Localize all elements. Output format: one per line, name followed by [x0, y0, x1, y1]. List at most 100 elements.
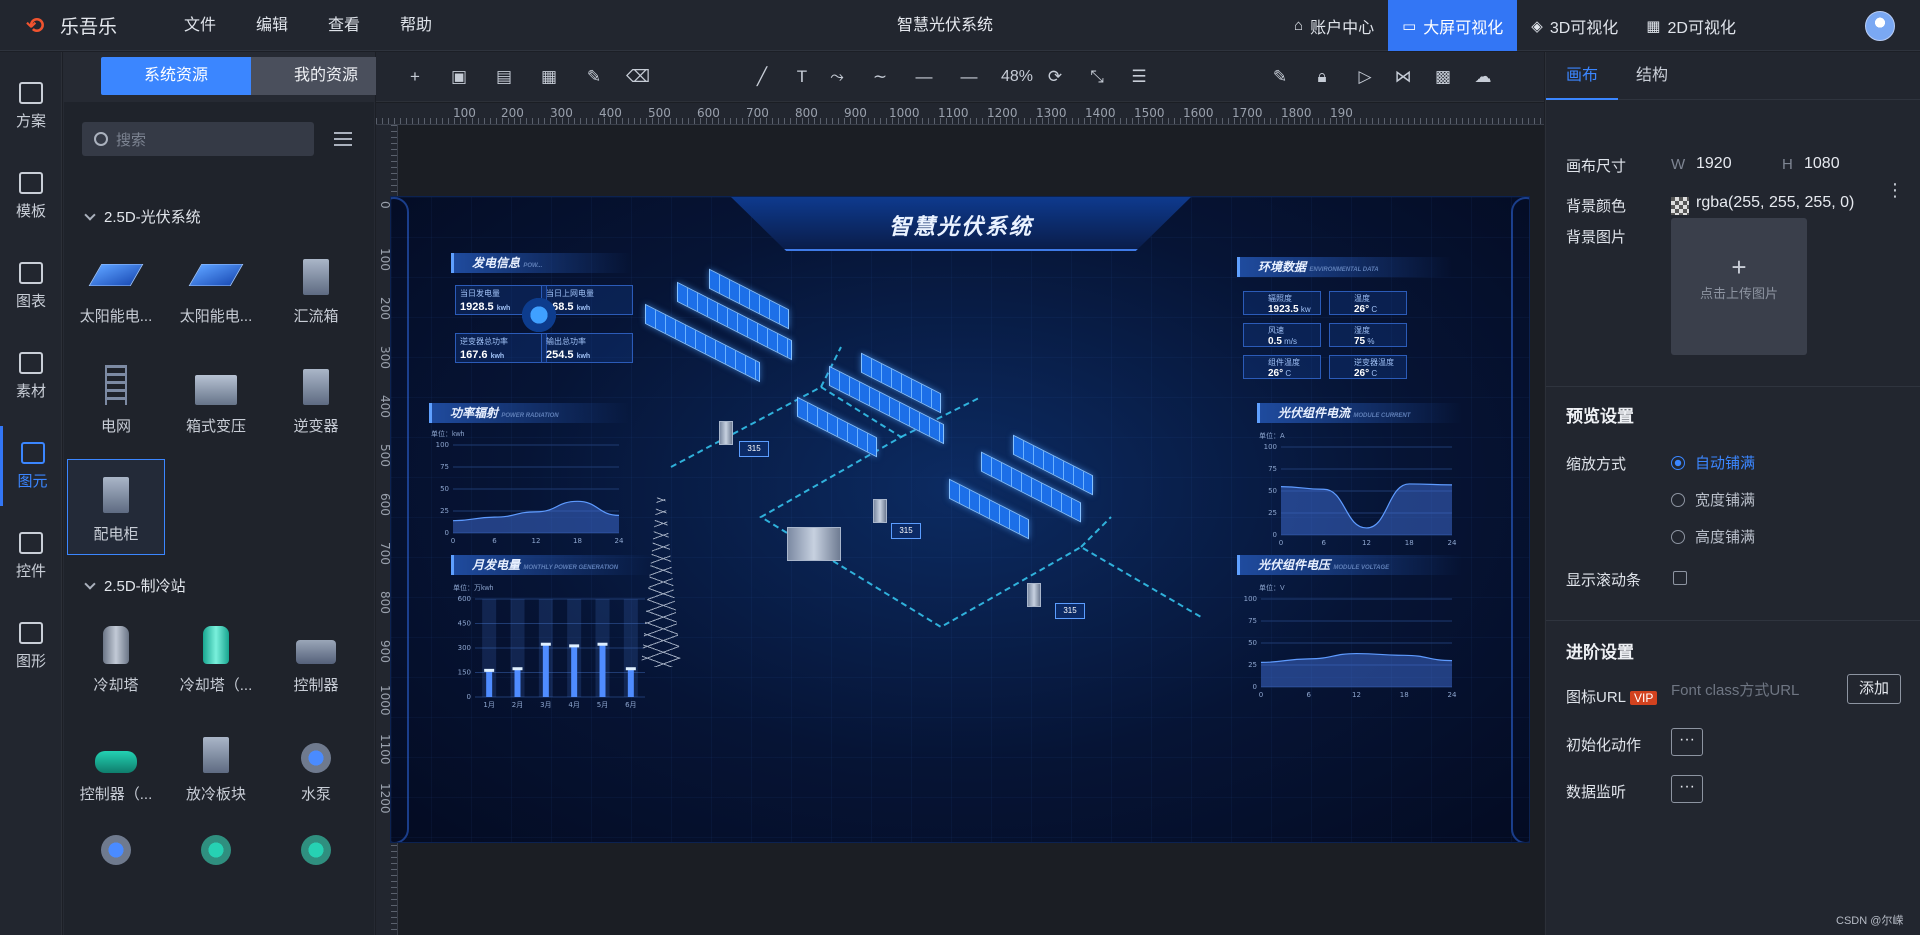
qrcode-icon[interactable]: ▩: [1432, 66, 1454, 88]
group-header-cooling[interactable]: 2.5D-制冷站: [84, 575, 186, 596]
transformer-device: [787, 527, 841, 561]
nav-3d[interactable]: ◈ 3D可视化: [1517, 0, 1632, 51]
save-icon[interactable]: ▣: [448, 66, 470, 88]
polyline-icon[interactable]: ⤳: [826, 66, 848, 88]
panel-module-voltage[interactable]: 光伏组件电压 MODULE VOLTAGE 单位：V 0 25 50 75 100 0 6 1…: [1237, 555, 1462, 706]
leftnav-template[interactable]: 模板: [0, 156, 62, 236]
panel-monthly-generation[interactable]: 月发电量 MONTHLY POWER GENERATION 单位：万kwh 0 1…: [451, 555, 651, 716]
data-monitor-label: 数据监听: [1566, 784, 1627, 801]
radio-auto-fill[interactable]: 自动铺满: [1671, 452, 1755, 473]
refresh-icon[interactable]: ⟳: [1044, 66, 1066, 88]
y-tick-label: 75: [1268, 465, 1277, 473]
y-tick-label: 0: [467, 693, 471, 701]
y-tick-label: 0: [445, 529, 449, 537]
menu-file[interactable]: 文件: [164, 0, 236, 51]
env-wind-speed: 风速 0.5 m/s: [1243, 323, 1321, 347]
panel-module-current[interactable]: 光伏组件电流 MODULE CURRENT 单位：A 0 25 50 75 100 0 6 1…: [1257, 403, 1462, 554]
share-icon[interactable]: ⋈: [1392, 66, 1414, 88]
color-swatch[interactable]: [1671, 197, 1689, 215]
edit-icon[interactable]: ✎: [1269, 66, 1291, 88]
scrollbar-label: 显示滚动条: [1566, 572, 1642, 589]
lock-icon[interactable]: 🔒︎: [1311, 66, 1333, 88]
play-icon[interactable]: ▷: [1354, 66, 1376, 88]
document-title[interactable]: 智慧光伏系统: [860, 0, 1030, 51]
curve-icon[interactable]: ∼: [869, 66, 891, 88]
tile-pump-1[interactable]: 水泵: [267, 718, 365, 814]
bg-color-value[interactable]: rgba(255, 255, 255, 0): [1696, 194, 1854, 212]
monitor-icon: [19, 81, 43, 104]
leftnav-chart[interactable]: 图表: [0, 246, 62, 326]
horizontal-ruler: 100 200 300 400 500 600 700 800 900 1000…: [376, 103, 1544, 125]
panel-power-radiation[interactable]: 功率辐射 POWER RADIATION 单位：kwh 0 25 50 75 100 0 6…: [429, 403, 629, 552]
menu-help[interactable]: 帮助: [380, 0, 452, 51]
dashboard-canvas[interactable]: 智慧光伏系统 发电信息 POW... 当日发电量 1928.5 kwh 当日上网电…: [390, 196, 1530, 843]
width-input[interactable]: 1920: [1696, 155, 1732, 173]
leftnav-scheme[interactable]: 方案: [0, 66, 62, 146]
tab-system-resources[interactable]: 系统资源: [101, 57, 251, 95]
nav-big-screen[interactable]: ▭ 大屏可视化: [1388, 0, 1518, 51]
tile-inverter[interactable]: 逆变器: [267, 350, 365, 446]
layout-icon[interactable]: ▦: [538, 66, 560, 88]
init-action-button[interactable]: ···: [1671, 728, 1703, 756]
format-brush-icon[interactable]: ✎: [583, 66, 605, 88]
tile-cooling-tower-1[interactable]: 冷却塔: [67, 609, 165, 705]
tile-combiner-box[interactable]: 汇流箱: [267, 240, 365, 336]
group-header-pv[interactable]: 2.5D-光伏系统: [84, 206, 201, 227]
x-tick-label: 6: [1322, 539, 1327, 547]
tile-pump-4[interactable]: [267, 827, 365, 885]
data-monitor-button[interactable]: ···: [1671, 775, 1703, 803]
list-view-icon[interactable]: [334, 132, 352, 146]
eraser-icon[interactable]: ⌫: [626, 66, 650, 88]
app-logo[interactable]: ⟲ 乐吾乐: [26, 12, 117, 39]
avatar[interactable]: [1865, 11, 1895, 41]
x-tick-label: 6: [1307, 691, 1312, 699]
line-start-icon[interactable]: —: [913, 66, 935, 88]
layers-icon[interactable]: ☰: [1128, 66, 1150, 88]
radio-width-fill[interactable]: 宽度铺满: [1671, 489, 1755, 510]
tile-distribution-cabinet[interactable]: 配电柜: [67, 459, 165, 555]
leftnav-material[interactable]: 素材: [0, 336, 62, 416]
tile-solar-panel-2[interactable]: 太阳能电...: [167, 240, 265, 336]
leftnav-widget[interactable]: 控件: [0, 516, 62, 596]
tile-cold-plate[interactable]: 放冷板块: [167, 718, 265, 814]
panel-generation-info[interactable]: 发电信息 POW...: [451, 253, 631, 273]
add-icon[interactable]: +: [404, 66, 426, 88]
line-icon[interactable]: ╱: [751, 66, 773, 88]
tile-power-grid[interactable]: 电网: [67, 350, 165, 446]
scrollbar-checkbox[interactable]: [1673, 571, 1687, 585]
upload-image-button[interactable]: + 点击上传图片: [1671, 218, 1807, 355]
line-end-icon[interactable]: —: [958, 66, 980, 88]
tile-controller-1[interactable]: 控制器: [267, 609, 365, 705]
more-options-icon[interactable]: ⋮: [1886, 180, 1904, 201]
add-button[interactable]: 添加: [1847, 674, 1901, 704]
tile-controller-2[interactable]: 控制器（...: [67, 718, 165, 814]
menu-view[interactable]: 查看: [308, 0, 380, 51]
chart-module-voltage: 0 25 50 75 100 0 6 12 18 24: [1244, 595, 1457, 699]
tile-transformer[interactable]: 箱式变压: [167, 350, 265, 446]
panel-environment[interactable]: 环境数据 ENVIRONMENTAL DATA: [1237, 257, 1452, 277]
tile-solar-panel-1[interactable]: 太阳能电...: [67, 240, 165, 336]
text-icon[interactable]: T: [791, 66, 813, 88]
radio-height-fill[interactable]: 高度铺满: [1671, 526, 1755, 547]
height-input[interactable]: 1080: [1804, 155, 1840, 173]
pump-icon: [301, 743, 331, 773]
tab-structure[interactable]: 结构: [1620, 52, 1684, 100]
tile-pump-3[interactable]: [167, 827, 265, 885]
leftnav-element[interactable]: 图元: [0, 426, 62, 506]
dashboard-title[interactable]: 智慧光伏系统: [731, 209, 1191, 241]
fit-icon[interactable]: ⤡: [1086, 66, 1108, 88]
nav-2d[interactable]: ▦ 2D可视化: [1632, 0, 1750, 51]
tile-cooling-tower-2[interactable]: 冷却塔（...: [167, 609, 265, 705]
nav-account-center[interactable]: ⌂ 账户中心: [1280, 0, 1388, 51]
icon-url-input[interactable]: Font class方式URL: [1671, 678, 1839, 704]
x-tick-label: 4月: [568, 701, 579, 709]
tab-canvas[interactable]: 画布: [1546, 52, 1618, 100]
search-input[interactable]: 搜索: [82, 122, 314, 156]
menu-edit[interactable]: 编辑: [236, 0, 308, 51]
tile-pump-2[interactable]: [67, 827, 165, 885]
x-tick-label: 18: [1400, 691, 1409, 699]
leftnav-shape[interactable]: 图形: [0, 606, 62, 686]
document-icon[interactable]: ▤: [493, 66, 515, 88]
cloud-icon[interactable]: ☁: [1472, 66, 1494, 88]
zoom-level[interactable]: 48%: [1001, 66, 1033, 88]
